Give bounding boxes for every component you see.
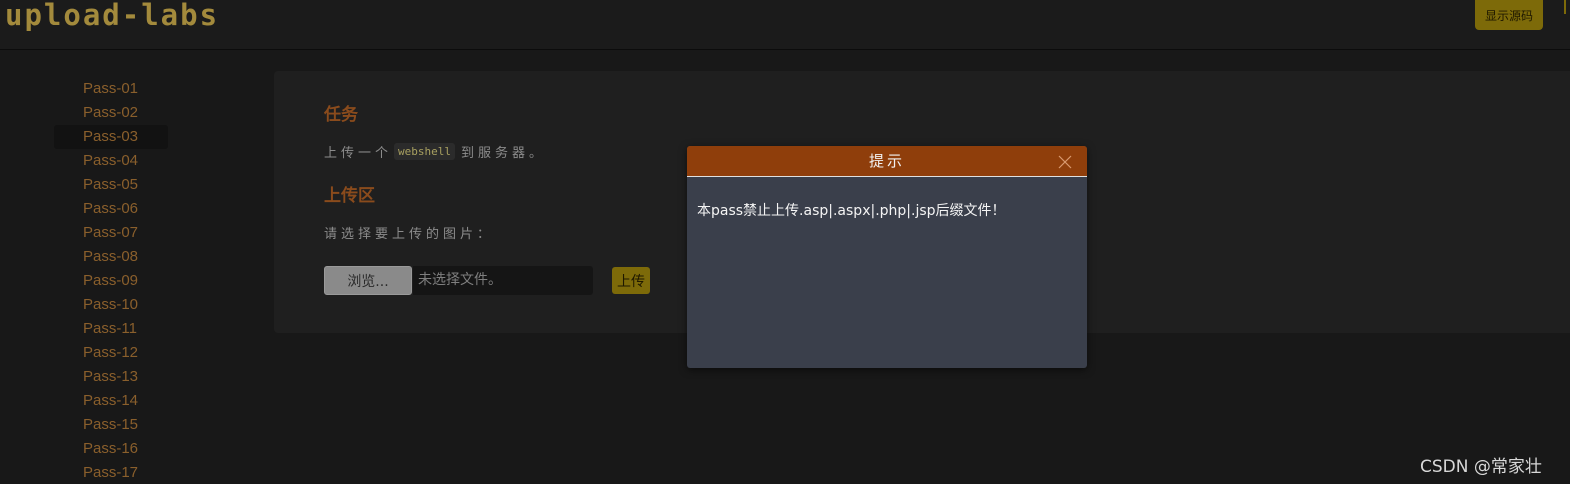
alert-dialog: 提示 本pass禁止上传.asp|.aspx|.php|.jsp后缀文件！ xyxy=(687,146,1087,368)
task-heading: 任务 xyxy=(324,105,358,125)
sidebar-item-pass-12[interactable]: Pass-12 xyxy=(54,341,168,365)
show-source-button[interactable]: 显示源码 xyxy=(1475,0,1543,30)
sidebar-item-pass-04[interactable]: Pass-04 xyxy=(54,149,168,173)
sidebar-item-pass-06[interactable]: Pass-06 xyxy=(54,197,168,221)
browse-button[interactable]: 浏览... xyxy=(324,266,412,295)
sidebar-item-pass-16[interactable]: Pass-16 xyxy=(54,437,168,461)
close-icon[interactable] xyxy=(1057,154,1073,170)
task-prefix: 上传一个 xyxy=(324,146,393,161)
task-description: 上传一个 webshell 到服务器。 xyxy=(324,142,546,161)
dialog-header: 提示 xyxy=(687,146,1087,177)
sidebar-item-pass-17[interactable]: Pass-17 xyxy=(54,461,168,484)
sidebar-item-pass-14[interactable]: Pass-14 xyxy=(54,389,168,413)
upload-button[interactable]: 上传 xyxy=(612,267,650,294)
choose-image-label: 请选择要上传的图片： xyxy=(324,227,495,242)
csdn-watermark: CSDN @常家壮 xyxy=(1420,457,1542,477)
task-suffix: 到服务器。 xyxy=(461,146,547,161)
edge-marker xyxy=(1564,0,1566,14)
sidebar-item-pass-05[interactable]: Pass-05 xyxy=(54,173,168,197)
sidebar-item-pass-07[interactable]: Pass-07 xyxy=(54,221,168,245)
sidebar-item-pass-03[interactable]: Pass-03 xyxy=(54,125,168,149)
sidebar-nav: Pass-01 Pass-02 Pass-03 Pass-04 Pass-05 … xyxy=(0,50,240,484)
site-logo[interactable]: upload-labs xyxy=(5,0,219,30)
sidebar-item-pass-15[interactable]: Pass-15 xyxy=(54,413,168,437)
sidebar-item-pass-09[interactable]: Pass-09 xyxy=(54,269,168,293)
sidebar-item-pass-02[interactable]: Pass-02 xyxy=(54,101,168,125)
dialog-message: 本pass禁止上传.asp|.aspx|.php|.jsp后缀文件！ xyxy=(697,203,1006,219)
app-window: upload-labs 显示源码 Pass-01 Pass-02 Pass-03… xyxy=(0,0,1570,484)
sidebar-item-pass-01[interactable]: Pass-01 xyxy=(54,77,168,101)
upload-heading: 上传区 xyxy=(324,186,375,206)
top-bar: upload-labs 显示源码 xyxy=(0,0,1570,50)
sidebar-item-pass-10[interactable]: Pass-10 xyxy=(54,293,168,317)
sidebar-item-pass-13[interactable]: Pass-13 xyxy=(54,365,168,389)
sidebar-item-pass-08[interactable]: Pass-08 xyxy=(54,245,168,269)
webshell-code: webshell xyxy=(394,143,455,160)
sidebar-item-pass-11[interactable]: Pass-11 xyxy=(54,317,168,341)
file-name-field[interactable]: 未选择文件。 xyxy=(413,266,593,295)
dialog-title: 提示 xyxy=(868,152,905,170)
